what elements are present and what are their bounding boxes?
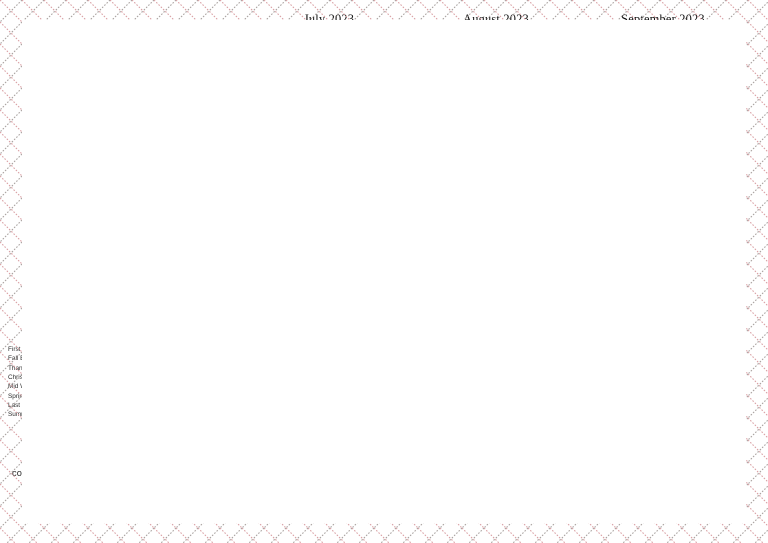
calendar-page-surface [22,20,746,523]
